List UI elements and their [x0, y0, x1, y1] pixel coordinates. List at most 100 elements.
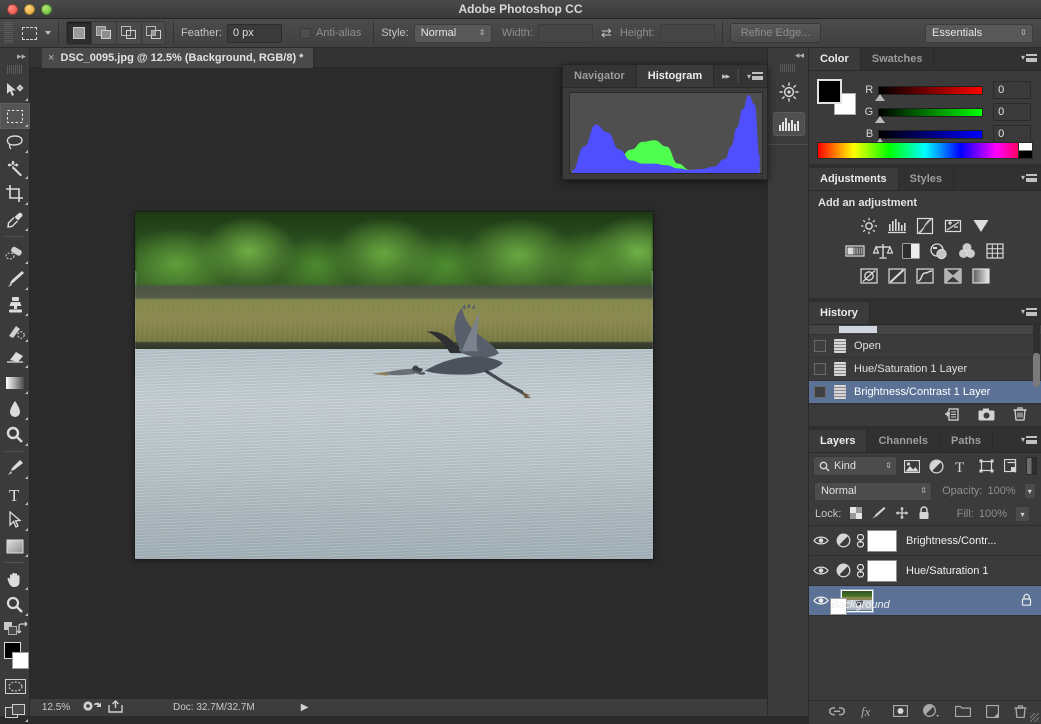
levels-icon[interactable] — [885, 215, 909, 237]
tab-history[interactable]: History — [809, 302, 870, 324]
blue-value-input[interactable]: 0 — [993, 125, 1031, 143]
posterize-icon[interactable] — [885, 265, 909, 287]
new-selection-button[interactable] — [66, 21, 91, 45]
fill-chevron-down-icon[interactable]: ▾ — [1015, 506, 1030, 522]
new-group-folder-icon[interactable] — [955, 705, 971, 720]
move-tool[interactable] — [0, 77, 30, 103]
opacity-chevron-down-icon[interactable]: ▾ — [1024, 483, 1036, 499]
background-color-swatch[interactable] — [12, 652, 29, 669]
delete-trash-icon[interactable] — [1013, 407, 1027, 424]
hue-saturation-icon[interactable] — [843, 240, 867, 262]
red-slider-track[interactable] — [878, 86, 983, 95]
layer-filter-kind-select[interactable]: Kind ⇳ — [813, 456, 897, 476]
toolbar-collapse-button[interactable]: ▸▸ — [0, 48, 29, 64]
exposure-icon[interactable] — [941, 215, 965, 237]
double-arrow-icon[interactable]: ▸▸ — [722, 71, 729, 82]
green-value-input[interactable]: 0 — [993, 103, 1031, 121]
tab-histogram[interactable]: Histogram — [637, 65, 714, 87]
width-input[interactable] — [538, 24, 593, 43]
tool-preset-chevron-down-icon[interactable] — [45, 31, 51, 35]
eyedropper-tool[interactable] — [0, 207, 30, 233]
color-swatches[interactable] — [0, 640, 30, 674]
panel-menu-icon[interactable] — [1026, 308, 1037, 316]
history-source-checkbox[interactable] — [814, 386, 826, 398]
new-layer-icon[interactable] — [986, 705, 999, 721]
pen-tool[interactable] — [0, 455, 30, 481]
tab-paths[interactable]: Paths — [940, 430, 993, 452]
gradient-map-icon[interactable] — [969, 265, 993, 287]
lock-position-icon[interactable] — [895, 506, 909, 523]
red-value-input[interactable]: 0 — [993, 81, 1031, 99]
rectangular-marquee-icon[interactable] — [16, 21, 42, 45]
settings-icon[interactable] — [82, 700, 104, 715]
threshold-icon[interactable] — [913, 265, 937, 287]
options-bar-grip[interactable] — [4, 22, 13, 44]
blur-tool[interactable] — [0, 396, 30, 422]
spot-healing-brush-tool[interactable] — [0, 240, 30, 266]
histogram-icon[interactable] — [768, 108, 810, 140]
toolbar-grip[interactable] — [7, 65, 22, 74]
default-colors-icon[interactable] — [4, 622, 17, 638]
foreground-color-swatch[interactable] — [817, 79, 842, 104]
tab-adjustments[interactable]: Adjustments — [809, 168, 899, 190]
color-panel-menu[interactable]: ▾ — [1021, 53, 1037, 62]
gradient-tool[interactable] — [0, 370, 30, 396]
white-black-swatch[interactable] — [1018, 143, 1032, 158]
style-select[interactable]: Normal ⇳ — [414, 24, 492, 43]
zoom-level[interactable]: 12.5% — [30, 702, 82, 713]
blue-slider-track[interactable] — [878, 130, 983, 139]
selection-mode-group[interactable] — [66, 21, 166, 45]
panel-resize-handle[interactable] — [1030, 713, 1039, 722]
add-layer-style-fx-icon[interactable]: fx — [860, 705, 878, 721]
intersect-selection-button[interactable] — [141, 21, 166, 45]
blend-mode-select[interactable]: Normal ⇳ — [814, 482, 932, 501]
height-input[interactable] — [660, 24, 715, 43]
refine-edge-button[interactable]: Refine Edge... — [730, 23, 822, 43]
channel-mixer-icon[interactable] — [955, 240, 979, 262]
zoom-tool[interactable] — [0, 592, 30, 618]
path-selection-tool[interactable] — [0, 507, 30, 533]
brightness-contrast-icon[interactable] — [857, 215, 881, 237]
eraser-tool[interactable] — [0, 344, 30, 370]
tab-channels[interactable]: Channels — [867, 430, 940, 452]
green-slider-thumb[interactable] — [875, 116, 885, 123]
history-source-checkbox[interactable] — [814, 363, 826, 375]
crop-tool[interactable] — [0, 181, 30, 207]
color-spectrum-ramp[interactable] — [817, 142, 1033, 159]
history-panel-menu[interactable]: ▾ — [1021, 307, 1037, 316]
red-slider-thumb[interactable] — [875, 94, 885, 101]
lock-transparent-pixels-icon[interactable] — [850, 507, 862, 522]
filter-type-icon[interactable]: T — [951, 456, 972, 476]
opacity-value[interactable]: 100% — [987, 485, 1015, 497]
filter-pixel-icon[interactable] — [901, 456, 922, 476]
anti-alias-checkbox[interactable] — [300, 28, 311, 39]
history-source-checkbox[interactable] — [814, 340, 826, 352]
filter-shape-icon[interactable] — [976, 456, 997, 476]
layer-mask-thumbnail[interactable] — [867, 560, 897, 582]
status-play-arrow-icon[interactable]: ▶ — [301, 702, 309, 713]
tab-styles[interactable]: Styles — [899, 168, 954, 190]
expand-panels-button[interactable]: ◂◂ — [768, 48, 808, 62]
fill-value[interactable]: 100% — [979, 508, 1007, 520]
screen-mode-icon[interactable] — [0, 698, 30, 724]
history-snapshot-row[interactable] — [809, 325, 1041, 335]
history-brush-tool[interactable] — [0, 318, 30, 344]
layer-name[interactable]: Background — [830, 598, 847, 615]
color-balance-icon[interactable] — [871, 240, 895, 262]
layer-mask-link-icon[interactable] — [853, 534, 867, 548]
layer-mask-link-icon[interactable] — [853, 564, 867, 578]
new-adjustment-layer-icon[interactable] — [923, 704, 940, 721]
lasso-tool[interactable] — [0, 129, 30, 155]
panel-menu-icon[interactable] — [1026, 54, 1037, 62]
dock-grip[interactable] — [780, 64, 796, 72]
color-lookup-icon[interactable] — [983, 240, 1007, 262]
adjustments-sun-icon[interactable] — [768, 76, 810, 108]
quick-mask-icon[interactable] — [0, 674, 30, 698]
histogram-panel-menu[interactable]: ▸▸ │ ▾ — [722, 70, 763, 82]
magic-wand-tool[interactable] — [0, 155, 30, 181]
add-layer-mask-icon[interactable] — [893, 705, 908, 720]
tab-layers[interactable]: Layers — [809, 430, 867, 452]
curves-icon[interactable] — [913, 215, 937, 237]
close-x-icon[interactable]: × — [48, 52, 54, 64]
clone-stamp-tool[interactable] — [0, 292, 30, 318]
